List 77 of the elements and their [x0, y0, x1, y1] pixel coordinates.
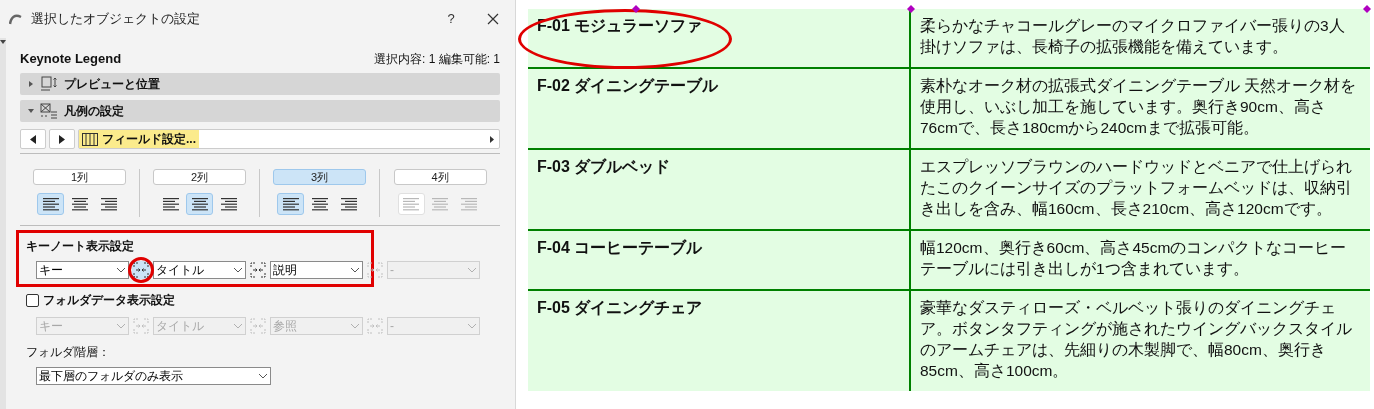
column-tab[interactable]: 1列	[33, 169, 126, 185]
page-selector[interactable]: フィールド設定...	[78, 129, 500, 149]
caret-left-icon	[30, 134, 36, 144]
close-icon[interactable]	[487, 13, 499, 25]
object-name: Keynote Legend	[20, 50, 122, 69]
selection-info: 選択内容: 1 編集可能: 1	[373, 51, 500, 68]
join-icon	[367, 318, 383, 334]
join-icon	[250, 262, 266, 278]
help-button[interactable]: ?	[441, 9, 461, 29]
legend-title: F-03 ダブルベッド	[537, 157, 672, 177]
next-button[interactable]	[49, 129, 75, 149]
column-tab[interactable]: 3列	[273, 169, 366, 185]
align-center-icon	[190, 197, 209, 211]
preview-icon	[40, 76, 58, 92]
previous-button[interactable]	[20, 129, 46, 149]
join-button[interactable]	[249, 261, 267, 279]
align-center-icon	[431, 197, 449, 211]
align-left-icon	[41, 197, 60, 211]
column-tab[interactable]: 2列	[153, 169, 246, 185]
chevron-down-icon	[233, 267, 243, 273]
caret-right-icon	[28, 81, 34, 87]
legend-icon	[40, 103, 58, 119]
window-title: 選択したオブジェクトの設定	[31, 10, 200, 29]
alignment-button[interactable]	[277, 193, 304, 215]
legend-description: 豪華なダスティローズ・ベルベット張りのダイニングチェア。ボタンタフティングが施されたウイングバックスタイルのアームチェアは、先細りの木製脚で、幅80cm、奥行き85cm、高さ100cm。	[920, 298, 1353, 381]
join-icon	[133, 262, 149, 278]
handle-icon[interactable]	[907, 5, 915, 13]
caret-down-icon	[28, 108, 34, 114]
caret-icon[interactable]	[0, 40, 6, 44]
chevron-down-icon	[233, 323, 243, 329]
chevron-down-icon	[467, 267, 477, 273]
legend-title: F-02 ダイニングテーブル	[537, 76, 720, 96]
legend-description: 幅120cm、奥行き60cm、高さ45cmのコンパクトなコーヒーテーブルには引き出しが1つ含まれています。	[920, 238, 1348, 279]
align-right-icon	[339, 197, 358, 211]
section-header[interactable]: プレビューと位置	[20, 73, 500, 95]
caret-right-icon	[490, 135, 494, 143]
alignment-button[interactable]	[37, 193, 64, 215]
section-title: 凡例の設定	[64, 103, 124, 120]
dropdown[interactable]: 最下層のフォルダのみ表示	[36, 367, 271, 385]
legend-title: F-04 コーヒーテーブル	[537, 238, 704, 258]
align-right-icon	[99, 197, 118, 211]
join-icon	[367, 262, 383, 278]
dropdown[interactable]: タイトル	[153, 261, 246, 279]
app-logo-icon	[9, 13, 23, 25]
dropdown[interactable]: 説明	[270, 261, 363, 279]
align-center-icon	[310, 197, 329, 211]
columns-icon	[82, 132, 98, 146]
legend-description: 柔らかなチャコールグレーのマイクロファイバー張りの3人掛けソファは、長椅子の拡張機能を備えています。	[920, 16, 1346, 57]
field-label: フォルダ階層：	[25, 344, 111, 361]
dropdown[interactable]: キー	[36, 261, 129, 279]
align-left-icon	[161, 197, 180, 211]
alignment-button[interactable]	[186, 193, 213, 215]
align-center-icon	[70, 197, 89, 211]
page-label: フィールド設定...	[102, 131, 196, 148]
legend-description: エスプレッソブラウンのハードウッドとベニアで仕上げられたこのクイーンサイズのプラットフォームベッドは、収納引き出しを含み、幅160cm、長さ210cm、高さ120cmです。	[920, 157, 1353, 219]
legend-title: F-05 ダイニングチェア	[537, 298, 704, 318]
chevron-down-icon	[116, 323, 126, 329]
chevron-down-icon	[116, 267, 126, 273]
align-left-icon	[281, 197, 300, 211]
align-right-icon	[219, 197, 238, 211]
section-header[interactable]: 凡例の設定	[20, 100, 500, 122]
join-icon	[133, 318, 149, 334]
align-right-icon	[460, 197, 478, 211]
align-left-icon	[402, 197, 420, 211]
handle-icon[interactable]	[632, 5, 640, 13]
chevron-down-icon	[258, 373, 268, 379]
checkbox[interactable]	[26, 293, 39, 307]
join-icon	[250, 318, 266, 334]
chevron-down-icon	[350, 323, 360, 329]
section-title: キーノート表示設定	[25, 238, 135, 255]
caret-right-icon	[59, 134, 65, 144]
checkbox-label: フォルダデータ表示設定	[43, 292, 175, 309]
chevron-down-icon	[350, 267, 360, 273]
handle-icon[interactable]	[1363, 5, 1371, 13]
section-title: プレビューと位置	[64, 76, 160, 93]
legend-description: 素朴なオーク材の拡張式ダイニングテーブル 天然オーク材を使用し、いぶし加工を施しています。奥行き90cm、高さ76cmで、長さ180cmから240cmまで拡張可能。	[920, 76, 1358, 138]
chevron-down-icon	[467, 323, 477, 329]
